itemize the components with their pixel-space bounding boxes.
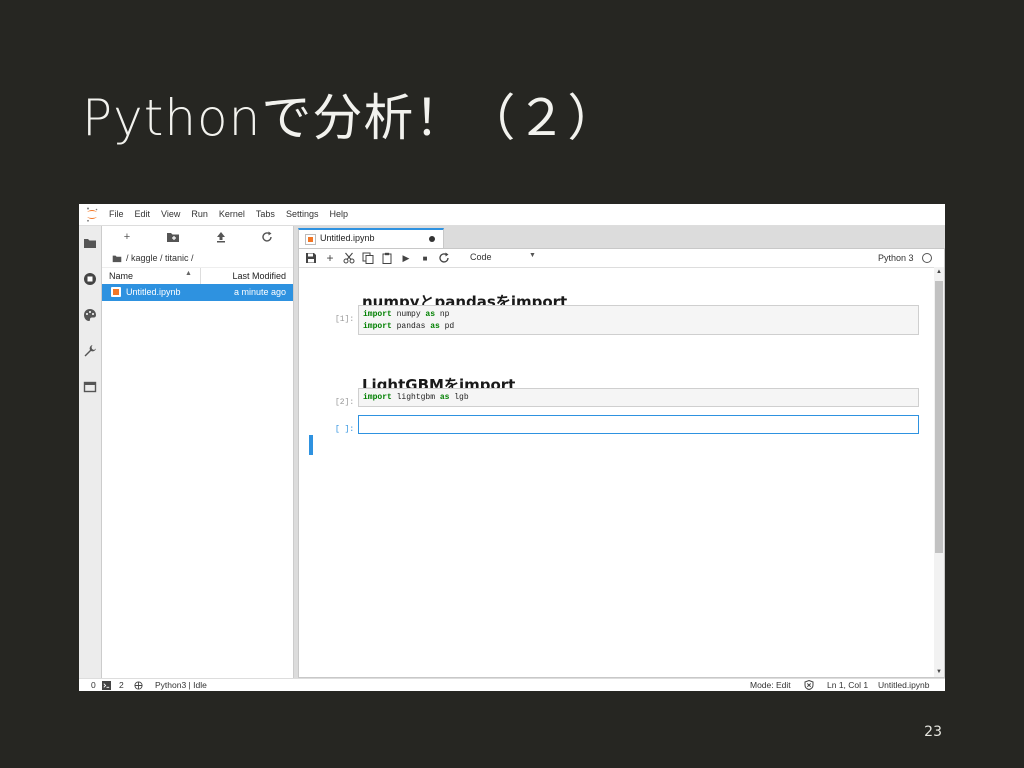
status-file-name: Untitled.ipynb <box>878 680 930 690</box>
left-sidebar-rail <box>79 226 102 678</box>
menu-settings[interactable]: Settings <box>286 209 319 219</box>
scrollbar-thumb[interactable] <box>935 281 943 553</box>
code-cell[interactable]: import numpy as np import pandas as pd <box>358 305 919 335</box>
cell-prompt: [2]: <box>335 398 355 407</box>
palette-icon[interactable] <box>83 308 97 322</box>
file-list-item[interactable]: Untitled.ipynb a minute ago <box>102 284 293 301</box>
notebook-scrollbar[interactable]: ▲ ▼ <box>934 267 944 677</box>
tab-label: Untitled.ipynb <box>320 233 375 243</box>
page-number: 23 <box>924 724 942 740</box>
upload-icon[interactable] <box>214 230 228 244</box>
cell-type-select[interactable]: Code <box>470 252 492 262</box>
running-icon[interactable] <box>83 272 97 286</box>
refresh-icon[interactable] <box>260 230 274 244</box>
restart-kernel-icon[interactable] <box>438 252 450 264</box>
notebook-icon <box>111 287 121 297</box>
file-name: Untitled.ipynb <box>126 287 181 297</box>
menu-bar: File Edit View Run Kernel Tabs Settings … <box>79 204 945 226</box>
column-last-modified[interactable]: Last Modified <box>232 271 286 281</box>
cell-prompt: [1]: <box>335 315 355 324</box>
notebook-icon <box>305 234 316 245</box>
tab-untitled-notebook[interactable]: Untitled.ipynb <box>298 228 444 248</box>
interrupt-kernel-icon[interactable]: ■ <box>419 252 431 264</box>
file-modified: a minute ago <box>233 287 286 297</box>
active-code-cell-input[interactable] <box>358 415 919 434</box>
menu-tabs[interactable]: Tabs <box>256 209 275 219</box>
menu-edit[interactable]: Edit <box>135 209 151 219</box>
code-line: import lightgbm as lgb <box>363 393 469 402</box>
cursor-position[interactable]: Ln 1, Col 1 <box>827 680 868 690</box>
kernel-sessions-icon[interactable] <box>134 681 143 690</box>
document-tab-bar: Untitled.ipynb <box>294 226 945 248</box>
folder-icon[interactable] <box>83 236 97 250</box>
sort-ascending-icon: ▲ <box>185 270 192 277</box>
scroll-up-icon[interactable]: ▲ <box>936 269 942 275</box>
tabs-icon[interactable] <box>83 380 97 394</box>
status-terminals[interactable]: 2 <box>119 680 124 690</box>
terminal-icon[interactable] <box>102 681 111 690</box>
copy-icon[interactable] <box>362 252 374 264</box>
code-cell[interactable]: import lightgbm as lgb <box>358 388 919 407</box>
breadcrumb-path[interactable]: / kaggle / titanic / <box>126 253 194 263</box>
status-bar: 0 2 Python3 | Idle Mode: Edit Ln 1, Col … <box>79 678 945 691</box>
code-line: import pandas as pd <box>363 322 455 331</box>
jupyter-logo-icon <box>87 207 98 222</box>
save-icon[interactable] <box>305 252 317 264</box>
menu-file[interactable]: File <box>109 209 124 219</box>
notebook-trust-icon[interactable] <box>804 680 814 690</box>
wrench-icon[interactable] <box>83 344 97 358</box>
cut-icon[interactable] <box>343 252 355 264</box>
active-cell-indicator <box>309 435 313 455</box>
column-name[interactable]: Name <box>109 271 133 281</box>
cell-prompt: [ ]: <box>335 425 355 434</box>
breadcrumb[interactable]: / kaggle / titanic / <box>112 253 194 263</box>
code-line: import numpy as np <box>363 310 450 319</box>
new-launcher-button[interactable]: + <box>120 230 134 244</box>
kernel-state[interactable]: Python3 | Idle <box>155 680 207 690</box>
chevron-down-icon[interactable]: ▼ <box>529 252 536 259</box>
insert-cell-icon[interactable]: + <box>324 251 336 265</box>
column-divider <box>200 268 201 284</box>
file-browser-panel: + / kaggle / titanic / Name ▲ Last Modif… <box>102 226 294 678</box>
notebook-mode: Mode: Edit <box>750 680 791 690</box>
file-browser-toolbar: + <box>102 226 293 248</box>
scroll-down-icon[interactable]: ▼ <box>936 669 942 675</box>
main-dock-area: Untitled.ipynb + ▶ ■ Code ▼ Python 3 num… <box>294 226 945 678</box>
menu-kernel[interactable]: Kernel <box>219 209 245 219</box>
menu-view[interactable]: View <box>161 209 180 219</box>
menu-help[interactable]: Help <box>329 209 348 219</box>
run-cell-icon[interactable]: ▶ <box>400 252 412 264</box>
file-list-header: Name ▲ Last Modified <box>102 267 293 285</box>
kernel-status-icon <box>922 253 932 263</box>
status-zero[interactable]: 0 <box>91 680 96 690</box>
notebook-toolbar: + ▶ ■ Code ▼ Python 3 <box>299 249 934 268</box>
slide-title: Pythonで分析！（２） <box>82 89 619 147</box>
new-folder-icon[interactable] <box>166 230 180 244</box>
unsaved-dot-icon[interactable] <box>429 236 435 242</box>
paste-icon[interactable] <box>381 252 393 264</box>
notebook-panel: + ▶ ■ Code ▼ Python 3 numpyとpandasをimpor… <box>298 248 945 678</box>
jupyterlab-window: File Edit View Run Kernel Tabs Settings … <box>79 204 945 691</box>
home-folder-icon <box>112 255 122 262</box>
kernel-name[interactable]: Python 3 <box>878 253 914 263</box>
plus-icon: + <box>123 231 131 243</box>
menu-run[interactable]: Run <box>191 209 208 219</box>
